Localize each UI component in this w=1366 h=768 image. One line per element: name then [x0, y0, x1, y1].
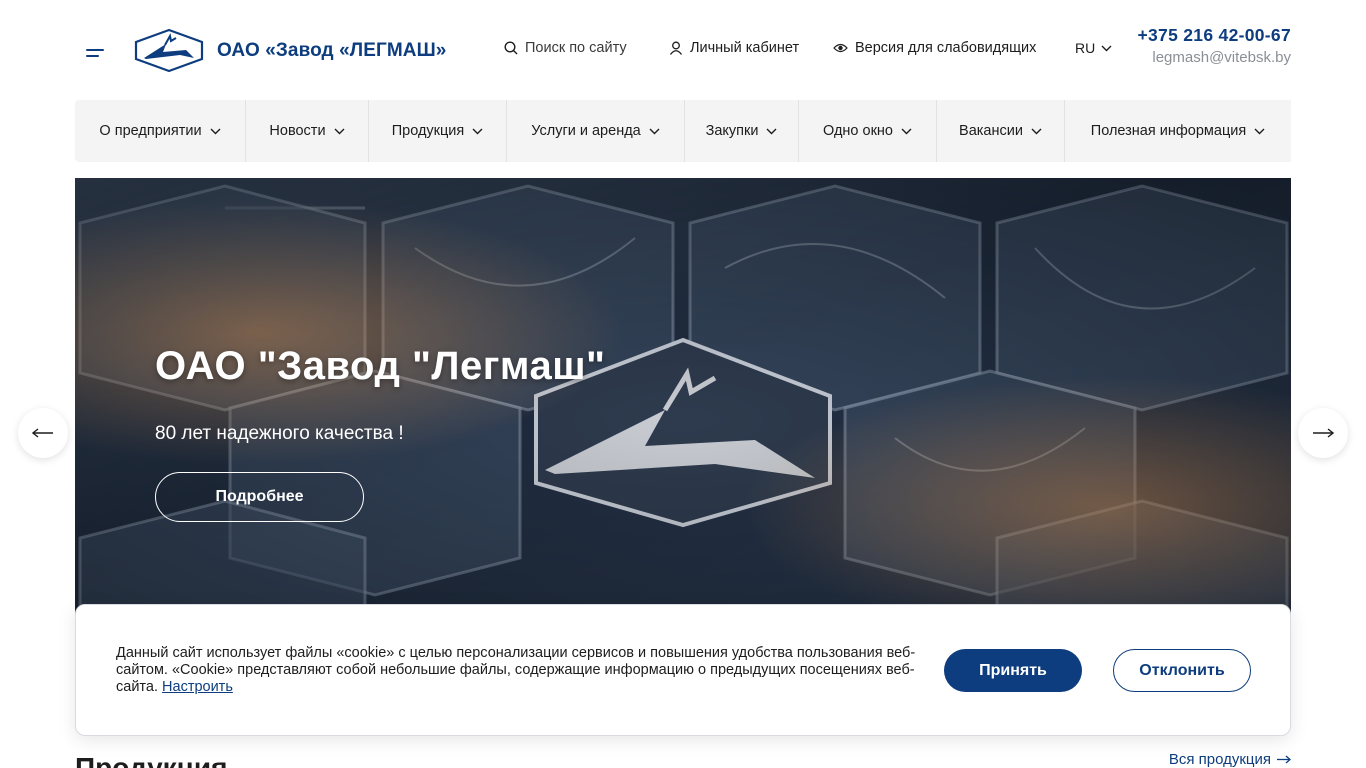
nav-item-products[interactable]: Продукция [369, 100, 507, 162]
arrow-left-icon [32, 428, 53, 438]
chevron-down-icon [1031, 128, 1042, 134]
hero-title: ОАО "Завод "Легмаш" [155, 344, 606, 388]
hero-more-button[interactable]: Подробнее [155, 472, 364, 522]
user-icon [669, 41, 683, 55]
main-nav: О предприятии Новости Продукция Услуги и… [75, 100, 1291, 162]
nav-item-label: О предприятии [99, 123, 202, 139]
header-contacts: +375 216 42-00-67 legmash@vitebsk.by [1138, 25, 1292, 66]
low-vision-version-link[interactable]: Версия для слабовидящих [833, 40, 1036, 56]
arrow-right-icon [1313, 428, 1334, 438]
search-icon [504, 41, 518, 55]
cabinet-label: Личный кабинет [690, 40, 800, 56]
nav-item-label: Продукция [391, 123, 465, 139]
nav-item-label: Закупки [705, 123, 759, 139]
search-label: Поиск по сайту [525, 40, 627, 56]
cookie-settings-link[interactable]: Настроить [162, 679, 233, 695]
cookie-decline-button[interactable]: Отклонить [1113, 649, 1251, 692]
chevron-down-icon [649, 128, 660, 134]
nav-item-label: Вакансии [959, 123, 1023, 139]
hero-slider: ОАО "Завод "Легмаш" 80 лет надежного кач… [75, 178, 1291, 618]
deer-emblem-icon [134, 28, 204, 73]
hero-subtitle: 80 лет надежного качества ! [155, 423, 404, 444]
nav-item-label: Полезная информация [1090, 123, 1247, 139]
eye-icon [833, 43, 848, 53]
all-products-link[interactable]: Вся продукция [1169, 751, 1291, 768]
nav-item-one-window[interactable]: Одно окно [799, 100, 937, 162]
vision-label: Версия для слабовидящих [855, 40, 1037, 56]
nav-item-label: Услуги и аренда [531, 123, 641, 139]
site-logo[interactable]: ОАО «Завод «ЛЕГМАШ» [134, 28, 446, 73]
chevron-down-icon [1101, 45, 1112, 51]
phone-link[interactable]: +375 216 42-00-67 [1138, 25, 1292, 46]
cookie-accept-button[interactable]: Принять [944, 649, 1082, 692]
chevron-down-icon [1254, 128, 1265, 134]
nav-item-label: Одно окно [822, 123, 893, 139]
personal-cabinet-link[interactable]: Личный кабинет [669, 40, 799, 56]
all-products-label: Вся продукция [1168, 751, 1271, 768]
nav-item-about[interactable]: О предприятии [75, 100, 246, 162]
hero-background-image [75, 178, 1291, 618]
chevron-down-icon [766, 128, 777, 134]
cookie-banner: Данный сайт использует файлы «cookie» с … [75, 604, 1291, 736]
arrow-right-icon [1277, 755, 1291, 764]
cookie-message: Данный сайт использует файлы «cookie» с … [116, 645, 916, 695]
nav-item-vacancies[interactable]: Вакансии [937, 100, 1065, 162]
cookie-text: Данный сайт использует файлы «cookie» с … [116, 645, 916, 696]
nav-item-services[interactable]: Услуги и аренда [507, 100, 685, 162]
language-select[interactable]: RU [1075, 40, 1112, 56]
logo-text: ОАО «Завод «ЛЕГМАШ» [217, 39, 447, 61]
chevron-down-icon [210, 128, 221, 134]
email-link[interactable]: legmash@vitebsk.by [1138, 49, 1291, 66]
nav-item-useful-info[interactable]: Полезная информация [1065, 100, 1291, 162]
nav-item-label: Новости [269, 123, 326, 139]
chevron-down-icon [334, 128, 345, 134]
burger-menu-icon[interactable] [86, 47, 104, 59]
language-current: RU [1075, 40, 1096, 56]
chevron-down-icon [472, 128, 483, 134]
chevron-down-icon [901, 128, 912, 134]
nav-item-purchases[interactable]: Закупки [685, 100, 799, 162]
products-section-title: Продукция [75, 752, 228, 768]
site-search[interactable]: Поиск по сайту [504, 40, 627, 56]
slider-prev-button[interactable] [18, 408, 68, 458]
slider-next-button[interactable] [1298, 408, 1348, 458]
nav-item-news[interactable]: Новости [246, 100, 369, 162]
